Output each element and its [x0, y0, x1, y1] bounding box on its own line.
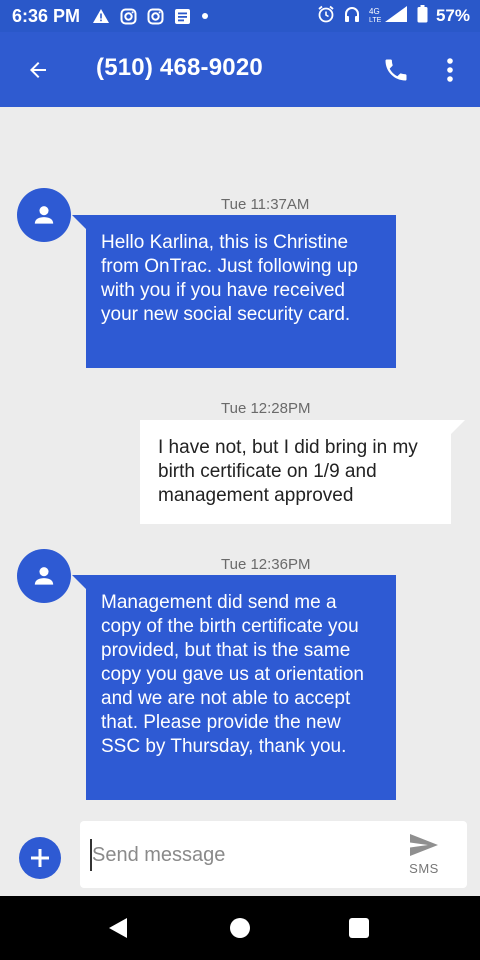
triangle-back-icon: [109, 918, 127, 938]
notification-icons: [92, 8, 209, 25]
plus-icon: [31, 849, 49, 867]
message-timestamp: Tue 11:37AM: [221, 196, 310, 213]
app-bar: (510) 468-9020: [0, 32, 480, 107]
conversation-title: (510) 468-9020: [96, 54, 263, 81]
battery-percent: 57%: [435, 6, 470, 25]
message-text: Hello Karlina, this is Christine from On…: [101, 232, 358, 325]
person-icon: [34, 567, 54, 585]
send-button[interactable]: SMS: [402, 833, 446, 883]
more-vert-icon: [447, 58, 453, 82]
news-icon: [174, 8, 191, 25]
message-input[interactable]: [90, 839, 390, 871]
status-bar: 6:36 PM 4G LTE 57%: [0, 0, 480, 32]
person-icon: [34, 206, 54, 224]
message-text: Management did send me a copy of the bir…: [101, 592, 365, 757]
dot-icon: [201, 12, 209, 20]
nav-home-button[interactable]: [230, 918, 250, 938]
lte-signal-icon: 4G LTE: [369, 5, 409, 28]
nav-back-button[interactable]: [108, 917, 128, 944]
incoming-message-bubble[interactable]: Management did send me a copy of the bir…: [72, 575, 396, 800]
outgoing-message-bubble[interactable]: I have not, but I did bring in my birth …: [140, 420, 465, 524]
headphones-icon: [343, 5, 361, 28]
phone-icon: [385, 59, 407, 81]
contact-avatar[interactable]: [17, 188, 71, 242]
nav-recents-button[interactable]: [349, 918, 369, 938]
warning-icon: [92, 8, 110, 24]
system-icons: 4G LTE 57%: [317, 4, 470, 28]
message-timestamp: Tue 12:28PM: [221, 400, 311, 417]
compose-box: SMS: [80, 821, 467, 888]
send-type-label: SMS: [409, 861, 439, 876]
more-options-button[interactable]: [436, 52, 464, 88]
incoming-message-bubble[interactable]: Hello Karlina, this is Christine from On…: [72, 215, 396, 368]
message-text: I have not, but I did bring in my birth …: [158, 437, 418, 506]
back-button[interactable]: [22, 54, 54, 86]
instagram-icon: [147, 8, 164, 25]
send-icon: [410, 834, 438, 856]
navigation-bar: [0, 896, 480, 960]
alarm-icon: [317, 5, 335, 28]
call-button[interactable]: [378, 52, 414, 88]
status-time: 6:36 PM: [12, 5, 81, 26]
arrow-back-icon: [30, 62, 46, 78]
add-attachment-button[interactable]: [19, 837, 61, 879]
message-timestamp: Tue 12:36PM: [221, 556, 311, 573]
battery-icon: [417, 4, 428, 28]
contact-avatar[interactable]: [17, 549, 71, 603]
svg-text:LTE: LTE: [369, 17, 382, 23]
instagram-icon: [120, 8, 137, 25]
svg-text:4G: 4G: [369, 7, 380, 16]
